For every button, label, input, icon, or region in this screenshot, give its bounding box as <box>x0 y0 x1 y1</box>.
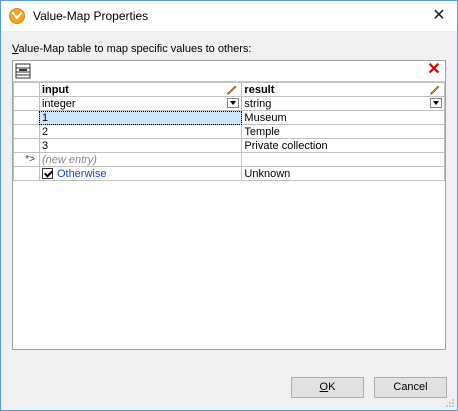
otherwise-row[interactable]: Otherwise Unknown <box>13 166 445 181</box>
insert-row-icon[interactable] <box>15 63 31 79</box>
otherwise-label: Otherwise <box>56 167 107 180</box>
column-header-input[interactable]: input <box>38 82 243 97</box>
otherwise-result-cell[interactable]: Unknown <box>241 166 445 181</box>
otherwise-checkbox[interactable] <box>41 167 53 179</box>
row-header <box>13 166 40 181</box>
table-toolbar: ✕ <box>13 61 445 82</box>
mapping-grid: input result integer string 1 Museum 2 T… <box>13 82 445 181</box>
table-caption: Value-Map table to map specific values t… <box>12 43 252 55</box>
dialog-window: Value-Map Properties ✕ Value-Map table t… <box>0 0 458 411</box>
row-header <box>13 96 40 111</box>
row-header <box>13 110 40 125</box>
new-entry-result[interactable] <box>241 152 445 167</box>
pencil-icon[interactable] <box>226 83 238 95</box>
caption-text: alue-Map table to map specific values to… <box>18 43 252 55</box>
input-cell[interactable]: 2 <box>38 124 243 139</box>
type-row: integer string <box>13 96 445 111</box>
resize-grip-icon[interactable] <box>445 398 455 408</box>
window-title: Value-Map Properties <box>33 9 149 23</box>
value-map-table[interactable]: ✕ input result integer string 1 Museum 2… <box>12 60 446 350</box>
ok-button[interactable]: OK <box>291 377 364 398</box>
pencil-icon[interactable] <box>429 83 441 95</box>
chevron-down-icon[interactable] <box>227 98 240 108</box>
input-cell[interactable]: 3 <box>38 138 243 153</box>
result-type-value: string <box>244 97 272 110</box>
chevron-down-icon[interactable] <box>430 98 442 108</box>
result-cell[interactable]: Museum <box>241 110 445 125</box>
new-entry-marker: *> <box>13 152 40 167</box>
header-row: input result <box>13 82 445 97</box>
table-row[interactable]: 3 Private collection <box>13 138 445 153</box>
input-type-select[interactable]: integer <box>38 96 243 111</box>
otherwise-cell[interactable]: Otherwise <box>38 166 243 181</box>
title-bar[interactable]: Value-Map Properties ✕ <box>1 1 457 31</box>
column-header-result[interactable]: result <box>241 82 445 97</box>
table-row[interactable]: 1 Museum <box>13 110 445 125</box>
input-cell[interactable]: 1 <box>38 110 243 125</box>
result-type-select[interactable]: string <box>241 96 445 111</box>
new-entry-input[interactable]: (new entry) <box>38 152 243 167</box>
result-cell[interactable]: Temple <box>241 124 445 139</box>
close-icon[interactable]: ✕ <box>421 1 457 31</box>
column-header-input-label: input <box>41 83 69 96</box>
input-type-value: integer <box>41 97 76 110</box>
row-header <box>13 82 40 97</box>
row-header <box>13 124 40 139</box>
result-cell[interactable]: Private collection <box>241 138 445 153</box>
ok-label: K <box>328 381 336 393</box>
row-header <box>13 138 40 153</box>
table-row[interactable]: 2 Temple <box>13 124 445 139</box>
new-entry-row[interactable]: *> (new entry) <box>13 152 445 167</box>
value-map-app-icon <box>9 8 25 24</box>
ok-mnemonic: O <box>319 381 329 393</box>
cancel-button[interactable]: Cancel <box>374 377 447 398</box>
delete-row-icon[interactable]: ✕ <box>426 62 442 78</box>
column-header-result-label: result <box>244 83 275 96</box>
